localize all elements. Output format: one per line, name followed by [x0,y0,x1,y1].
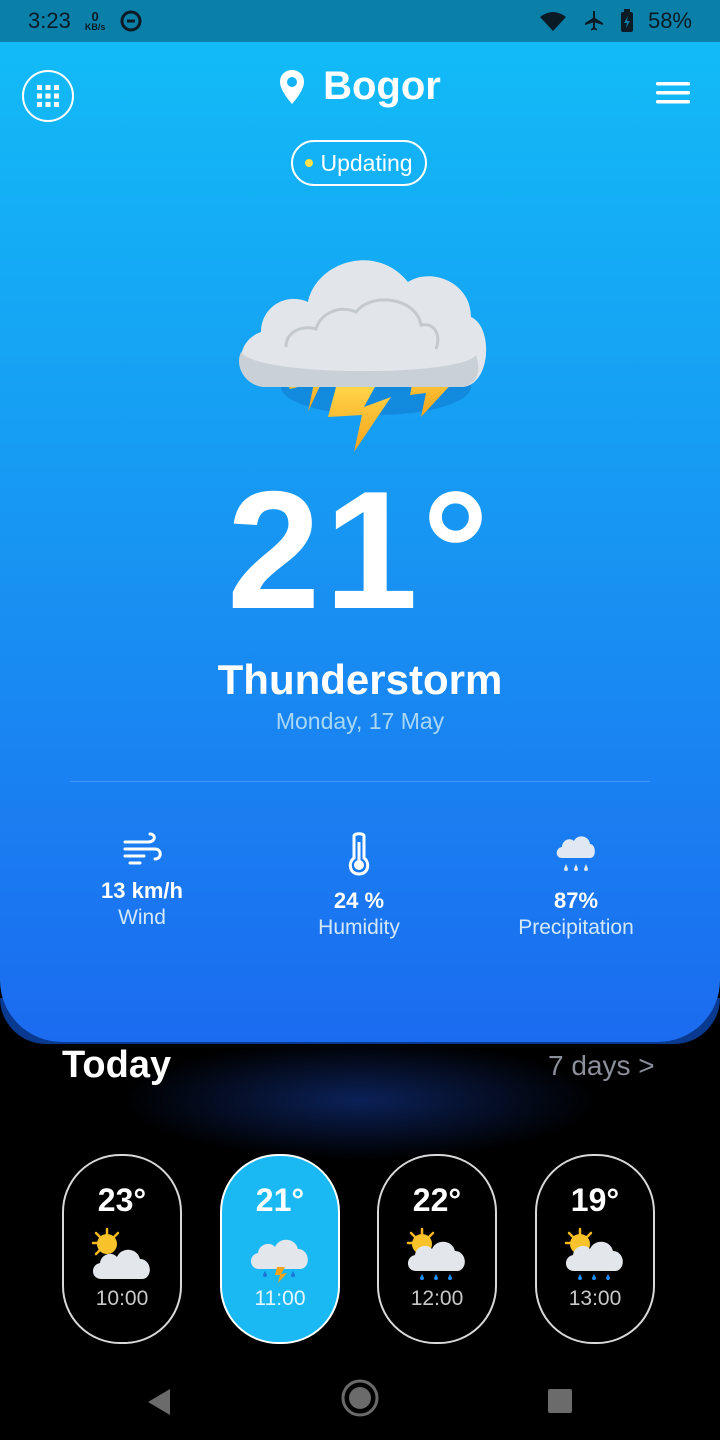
hour-time: 12:00 [410,1287,464,1310]
status-time: 3:23 [28,8,71,33]
precipitation-value: 87% [553,888,599,913]
hamburger-icon [656,82,690,104]
net-speed: 0 KB/s [84,9,106,32]
humidity-label: Humidity [318,916,400,939]
hourly-card-1100[interactable]: 21° 11:00 [220,1154,340,1344]
location-header[interactable]: Bogor [0,64,720,109]
humidity-stat: 24 % Humidity [259,832,459,940]
hour-temp: 22° [412,1182,462,1218]
location-pin-icon [280,69,305,104]
humidity-value: 24 % [333,888,385,913]
system-nav-bar [0,1360,720,1440]
wind-icon [123,832,162,865]
recent-apps-icon[interactable] [547,1388,573,1414]
current-date: Monday, 17 May [275,708,445,734]
weather-condition: Thunderstorm [217,656,503,703]
divider [70,781,650,782]
wind-stat: 13 km/h Wind [42,832,242,930]
update-status-badge: Updating [291,140,427,186]
hero-glow [120,1040,600,1160]
wind-label: Wind [118,906,166,929]
city-name: Bogor [323,64,441,108]
airplane-icon [584,11,603,31]
home-icon[interactable] [340,1378,380,1418]
data-saver-icon [120,10,142,32]
hourly-card-1300[interactable]: 19° 13:00 [535,1154,655,1344]
weather-hero-card: Bogor Updating 21° Thunderstorm Monday, … [0,42,720,1042]
precipitation-stat: 87% Precipitation [476,832,676,940]
wind-value: 13 km/h [101,878,183,903]
precipitation-label: Precipitation [518,916,634,939]
status-bar: 3:23 0 KB/s 58% [0,0,720,42]
hourly-card-1200[interactable]: 22° 12:00 [377,1154,497,1344]
wifi-icon [539,12,566,31]
status-text: Updating [320,149,413,176]
thunder-rain-icon [250,1239,308,1283]
rain-cloud-icon [556,836,595,871]
hour-temp: 21° [255,1182,305,1218]
hour-time: 13:00 [568,1287,622,1310]
sun-rain-icon [564,1227,623,1280]
sun-rain-icon [406,1227,465,1280]
hour-temp: 23° [97,1182,147,1218]
seven-days-link[interactable]: 7 days > [548,1050,655,1082]
hour-temp: 19° [570,1182,620,1218]
thermometer-icon [348,832,370,876]
current-temperature: 21° [226,456,494,644]
hourly-card-1000[interactable]: 23° 10:00 [62,1154,182,1344]
partly-cloudy-icon [91,1227,150,1279]
hour-time: 10:00 [95,1287,149,1310]
hour-time: 11:00 [254,1287,306,1310]
battery-percent: 58% [647,8,692,33]
battery-icon [620,9,633,32]
menu-button[interactable] [656,80,690,106]
today-title: Today [62,1044,172,1086]
thunderstorm-icon [238,260,487,452]
back-icon[interactable] [146,1388,172,1416]
status-dot [305,159,314,167]
